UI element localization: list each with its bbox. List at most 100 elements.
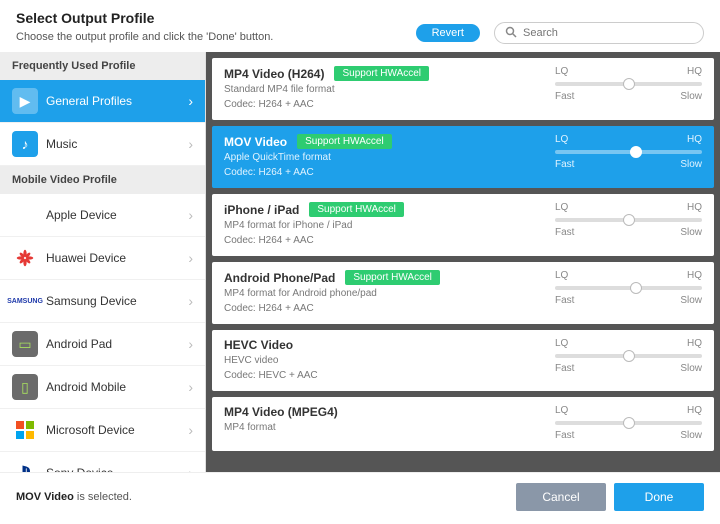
slider-slow-label: Slow	[680, 91, 702, 102]
sidebar-item[interactable]: SAMSUNGSamsung Device›	[0, 280, 205, 323]
sidebar-item[interactable]: ♪ Music›	[0, 123, 205, 166]
profile-title: MOV Video	[224, 135, 287, 149]
search-input[interactable]	[523, 27, 693, 39]
search-field[interactable]	[494, 22, 704, 44]
profile-title: Android Phone/Pad	[224, 271, 335, 285]
slider-thumb[interactable]	[630, 282, 642, 294]
sidebar-item-label: Android Pad	[46, 337, 188, 351]
slider-lq-label: LQ	[555, 338, 568, 349]
huawei-icon	[12, 245, 38, 271]
slider-slow-label: Slow	[680, 159, 702, 170]
slider-lq-label: LQ	[555, 270, 568, 281]
profile-description: MP4 format for iPhone / iPad	[224, 220, 547, 231]
profile-description: MP4 format for Android phone/pad	[224, 288, 547, 299]
page-subtitle: Choose the output profile and click the …	[16, 31, 416, 43]
music-icon: ♪	[12, 131, 38, 157]
slider-fast-label: Fast	[555, 295, 574, 306]
slider-slow-label: Slow	[680, 295, 702, 306]
sidebar-item[interactable]: ▭ Android Pad›	[0, 323, 205, 366]
cancel-button[interactable]: Cancel	[516, 483, 606, 511]
slider-thumb[interactable]	[623, 350, 635, 362]
sidebar-item-label: Apple Device	[46, 208, 188, 222]
revert-button[interactable]: Revert	[416, 24, 480, 42]
quality-slider[interactable]	[555, 286, 702, 290]
sidebar-item-label: Android Mobile	[46, 380, 188, 394]
slider-lq-label: LQ	[555, 405, 568, 416]
slider-hq-label: HQ	[687, 338, 702, 349]
sidebar-item-label: General Profiles	[46, 94, 188, 108]
slider-thumb[interactable]	[623, 78, 635, 90]
sidebar-item[interactable]: Sony Device›	[0, 452, 205, 472]
quality-slider[interactable]	[555, 150, 702, 154]
profile-card[interactable]: HEVC VideoHEVC videoCodec: HEVC + AACLQH…	[212, 330, 714, 391]
chevron-right-icon: ›	[188, 379, 193, 395]
profile-title: MP4 Video (MPEG4)	[224, 405, 338, 419]
profile-title: MP4 Video (H264)	[224, 67, 324, 81]
phone-icon: ▯	[12, 374, 38, 400]
chevron-right-icon: ›	[188, 336, 193, 352]
sidebar-item[interactable]: ▶ General Profiles›	[0, 80, 205, 123]
profile-title: iPhone / iPad	[224, 203, 299, 217]
sidebar-item-label: Music	[46, 137, 188, 151]
chevron-right-icon: ›	[188, 422, 193, 438]
play-icon: ▶	[12, 88, 38, 114]
profile-card[interactable]: Android Phone/Pad Support HWAccel MP4 form…	[212, 262, 714, 324]
page-title: Select Output Profile	[16, 10, 416, 26]
quality-slider[interactable]	[555, 82, 702, 86]
hwaccel-badge: Support HWAccel	[334, 66, 429, 81]
chevron-right-icon: ›	[188, 207, 193, 223]
hwaccel-badge: Support HWAccel	[345, 270, 440, 285]
slider-slow-label: Slow	[680, 363, 702, 374]
slider-hq-label: HQ	[687, 270, 702, 281]
sidebar-item[interactable]: Apple Device›	[0, 194, 205, 237]
footer: MOV Video is selected. Cancel Done	[0, 472, 720, 520]
slider-fast-label: Fast	[555, 430, 574, 441]
profile-codec: Codec: H264 + AAC	[224, 235, 547, 246]
sidebar-item-label: Samsung Device	[46, 294, 188, 308]
chevron-right-icon: ›	[188, 93, 193, 109]
slider-fast-label: Fast	[555, 91, 574, 102]
profile-list: MP4 Video (H264) Support HWAccel Standard …	[206, 52, 720, 472]
profile-card[interactable]: MP4 Video (H264) Support HWAccel Standard …	[212, 58, 714, 120]
slider-hq-label: HQ	[687, 405, 702, 416]
profile-card[interactable]: iPhone / iPad Support HWAccel MP4 format f…	[212, 194, 714, 256]
tablet-icon: ▭	[12, 331, 38, 357]
slider-thumb[interactable]	[623, 214, 635, 226]
samsung-icon: SAMSUNG	[12, 288, 38, 314]
header: Select Output Profile Choose the output …	[0, 0, 720, 52]
slider-fast-label: Fast	[555, 227, 574, 238]
search-icon	[505, 26, 517, 41]
sidebar-item-label: Microsoft Device	[46, 423, 188, 437]
sidebar-item[interactable]: Microsoft Device›	[0, 409, 205, 452]
slider-hq-label: HQ	[687, 202, 702, 213]
profile-codec: Codec: H264 + AAC	[224, 303, 547, 314]
slider-fast-label: Fast	[555, 159, 574, 170]
profile-codec: Codec: HEVC + AAC	[224, 370, 547, 381]
profile-card[interactable]: MOV VideoSupport HWAccelApple QuickTime …	[212, 126, 714, 188]
chevron-right-icon: ›	[188, 250, 193, 266]
sidebar-item[interactable]: Huawei Device›	[0, 237, 205, 280]
slider-thumb[interactable]	[623, 417, 635, 429]
hwaccel-badge: Support HWAccel	[309, 202, 404, 217]
slider-hq-label: HQ	[687, 134, 702, 145]
microsoft-icon	[12, 417, 38, 443]
slider-thumb[interactable]	[630, 146, 642, 158]
slider-hq-label: HQ	[687, 66, 702, 77]
sidebar-item[interactable]: ▯ Android Mobile›	[0, 366, 205, 409]
sidebar-item-label: Huawei Device	[46, 251, 188, 265]
sidebar-group-header: Mobile Video Profile	[0, 166, 205, 194]
quality-slider[interactable]	[555, 421, 702, 425]
quality-slider[interactable]	[555, 218, 702, 222]
quality-slider[interactable]	[555, 354, 702, 358]
slider-lq-label: LQ	[555, 66, 568, 77]
sidebar-item-label: Sony Device	[46, 466, 188, 472]
chevron-right-icon: ›	[188, 136, 193, 152]
profile-codec: Codec: H264 + AAC	[224, 167, 547, 178]
slider-slow-label: Slow	[680, 430, 702, 441]
slider-lq-label: LQ	[555, 202, 568, 213]
slider-slow-label: Slow	[680, 227, 702, 238]
profile-card[interactable]: MP4 Video (MPEG4)MP4 formatLQHQFastSlow	[212, 397, 714, 451]
done-button[interactable]: Done	[614, 483, 704, 511]
hwaccel-badge: Support HWAccel	[297, 134, 392, 149]
profile-description: Standard MP4 file format	[224, 84, 547, 95]
